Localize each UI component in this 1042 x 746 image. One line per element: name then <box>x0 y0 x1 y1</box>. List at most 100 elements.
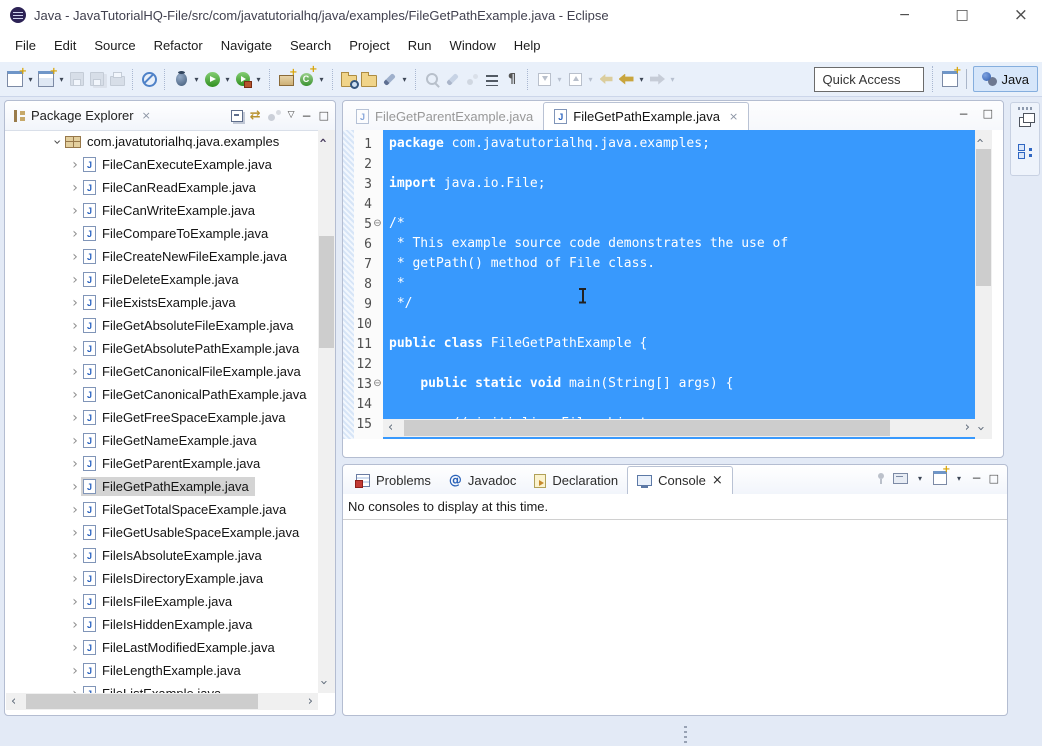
tree-item-file[interactable]: › FileLengthExample.java <box>5 659 320 682</box>
new-java-package-button[interactable] <box>276 67 298 91</box>
chevron-collapsed-icon[interactable]: › <box>69 594 81 610</box>
editor-tab-filegetparentexample[interactable]: FileGetParentExample.java <box>346 103 543 130</box>
tree-item-file[interactable]: › FileGetPathExample.java <box>5 475 320 498</box>
external-annotate-button[interactable] <box>442 67 462 91</box>
menu-refactor[interactable]: Refactor <box>145 30 212 62</box>
chevron-collapsed-icon[interactable]: › <box>69 548 81 564</box>
toggle-block-selection-button[interactable] <box>482 67 502 91</box>
close-icon[interactable]: × <box>729 110 738 123</box>
tree-item-file[interactable]: › FileGetParentExample.java <box>5 452 320 475</box>
back-button[interactable] <box>616 67 636 91</box>
menu-window[interactable]: Window <box>441 30 505 62</box>
save-button[interactable] <box>67 67 87 91</box>
tree-item-file[interactable]: › FileGetTotalSpaceExample.java <box>5 498 320 521</box>
chevron-collapsed-icon[interactable]: › <box>69 686 81 694</box>
console-tab-problems[interactable]: Problems <box>347 467 440 494</box>
chevron-collapsed-icon[interactable]: › <box>69 157 81 173</box>
coverage-dropdown[interactable]: ▾ <box>253 75 264 84</box>
tree-item-file[interactable]: › FileIsAbsoluteExample.java <box>5 544 320 567</box>
previous-annotation-button[interactable] <box>565 67 585 91</box>
pin-console-button[interactable] <box>876 472 886 484</box>
open-perspective-button[interactable] <box>940 65 962 91</box>
tree-item-file[interactable]: › FileGetCanonicalPathExample.java <box>5 383 320 406</box>
quick-access-input[interactable] <box>813 66 924 92</box>
back-dropdown[interactable]: ▾ <box>636 75 647 84</box>
tree-item-file[interactable]: › FileGetCanonicalFileExample.java <box>5 360 320 383</box>
scroll-up-icon[interactable]: › <box>973 138 988 143</box>
scroll-left-icon[interactable]: ‹ <box>11 695 16 708</box>
view-menu-button[interactable]: ▽ <box>288 111 295 120</box>
scrollbar-thumb[interactable] <box>404 420 890 436</box>
menu-search[interactable]: Search <box>281 30 340 62</box>
tree-vertical-scrollbar[interactable]: › › <box>316 130 335 693</box>
chevron-collapsed-icon[interactable]: › <box>69 226 81 242</box>
tree-item-package[interactable]: › com.javatutorialhq.java.examples <box>5 130 320 153</box>
chevron-collapsed-icon[interactable]: › <box>69 272 81 288</box>
package-explorer-tab[interactable]: Package Explorer × <box>5 101 159 130</box>
last-edit-location-button[interactable] <box>596 67 616 91</box>
tree-item-file[interactable]: › FileGetAbsoluteFileExample.java <box>5 314 320 337</box>
save-all-button[interactable] <box>87 67 107 91</box>
menu-run[interactable]: Run <box>399 30 441 62</box>
run-dropdown[interactable]: ▾ <box>222 75 233 84</box>
chevron-collapsed-icon[interactable]: › <box>69 433 81 449</box>
tree-item-file[interactable]: › FileGetAbsolutePathExample.java <box>5 337 320 360</box>
next-annotation-dropdown[interactable]: ▾ <box>554 75 565 84</box>
print-button[interactable] <box>107 67 127 91</box>
window-minimize-button[interactable]: − <box>899 0 911 30</box>
scrollbar-thumb[interactable] <box>26 694 258 709</box>
menu-source[interactable]: Source <box>85 30 144 62</box>
next-annotation-button[interactable] <box>534 67 554 91</box>
console-tab-console[interactable]: Console × <box>627 466 733 494</box>
coverage-button[interactable] <box>233 67 253 91</box>
tree-item-file[interactable]: › FileIsDirectoryExample.java <box>5 567 320 590</box>
new-java-project-button[interactable] <box>36 66 58 91</box>
display-console-dropdown[interactable]: ▾ <box>915 474 926 483</box>
previous-annotation-dropdown[interactable]: ▾ <box>585 75 596 84</box>
menu-edit[interactable]: Edit <box>45 30 85 62</box>
tree-item-file[interactable]: › FileLastModifiedExample.java <box>5 636 320 659</box>
search-button[interactable] <box>422 67 442 91</box>
scroll-down-icon[interactable]: › <box>973 426 988 431</box>
maximize-view-button[interactable]: □ <box>983 108 993 120</box>
maximize-view-button[interactable]: □ <box>319 110 329 121</box>
open-resource-button[interactable] <box>359 67 379 91</box>
scroll-right-icon[interactable]: › <box>308 695 313 708</box>
java-perspective-button[interactable]: Java <box>972 66 1038 92</box>
console-tab-javadoc[interactable]: @ Javadoc <box>440 467 525 494</box>
window-maximize-button[interactable]: □ <box>956 0 969 30</box>
team-button[interactable] <box>462 67 482 91</box>
tree-item-file[interactable]: › FileGetUsableSpaceExample.java <box>5 521 320 544</box>
menu-project[interactable]: Project <box>340 30 398 62</box>
tree-item-file[interactable]: › FileIsHiddenExample.java <box>5 613 320 636</box>
tree-item-file[interactable]: › FileIsFileExample.java <box>5 590 320 613</box>
editor-tab-filegetpathexample[interactable]: FileGetPathExample.java × <box>543 102 750 130</box>
format-dropdown[interactable]: ▾ <box>399 75 410 84</box>
scrollbar-thumb[interactable] <box>976 149 991 286</box>
show-whitespace-button[interactable]: ¶ <box>502 67 522 91</box>
run-button[interactable] <box>202 67 222 91</box>
chevron-collapsed-icon[interactable]: › <box>69 617 81 633</box>
tree-item-file[interactable]: › FileCanReadExample.java <box>5 176 320 199</box>
chevron-collapsed-icon[interactable]: › <box>69 318 81 334</box>
console-tab-declaration[interactable]: Declaration <box>525 467 627 494</box>
new-class-dropdown[interactable]: ▾ <box>316 75 327 84</box>
code-lines[interactable]: package com.javatutorialhq.java.examples… <box>383 130 975 439</box>
new-wizard-button[interactable] <box>5 66 27 91</box>
forward-dropdown[interactable]: ▾ <box>667 75 678 84</box>
tree-item-file[interactable]: › FileExistsExample.java <box>5 291 320 314</box>
tree-item-file[interactable]: › FileCreateNewFileExample.java <box>5 245 320 268</box>
chevron-collapsed-icon[interactable]: › <box>69 387 81 403</box>
chevron-collapsed-icon[interactable]: › <box>69 479 81 495</box>
fold-collapse-icon[interactable]: ⊖ <box>372 219 383 229</box>
window-close-button[interactable]: × <box>1014 0 1028 30</box>
debug-dropdown[interactable]: ▾ <box>191 75 202 84</box>
chevron-collapsed-icon[interactable]: › <box>69 180 81 196</box>
menu-file[interactable]: File <box>6 30 45 62</box>
sash-drag-handle[interactable] <box>684 726 687 744</box>
new-java-class-button[interactable] <box>296 64 318 91</box>
tree-item-file[interactable]: › FileDeleteExample.java <box>5 268 320 291</box>
chevron-collapsed-icon[interactable]: › <box>69 502 81 518</box>
chevron-collapsed-icon[interactable]: › <box>69 571 81 587</box>
scroll-left-icon[interactable]: ‹ <box>388 421 393 434</box>
